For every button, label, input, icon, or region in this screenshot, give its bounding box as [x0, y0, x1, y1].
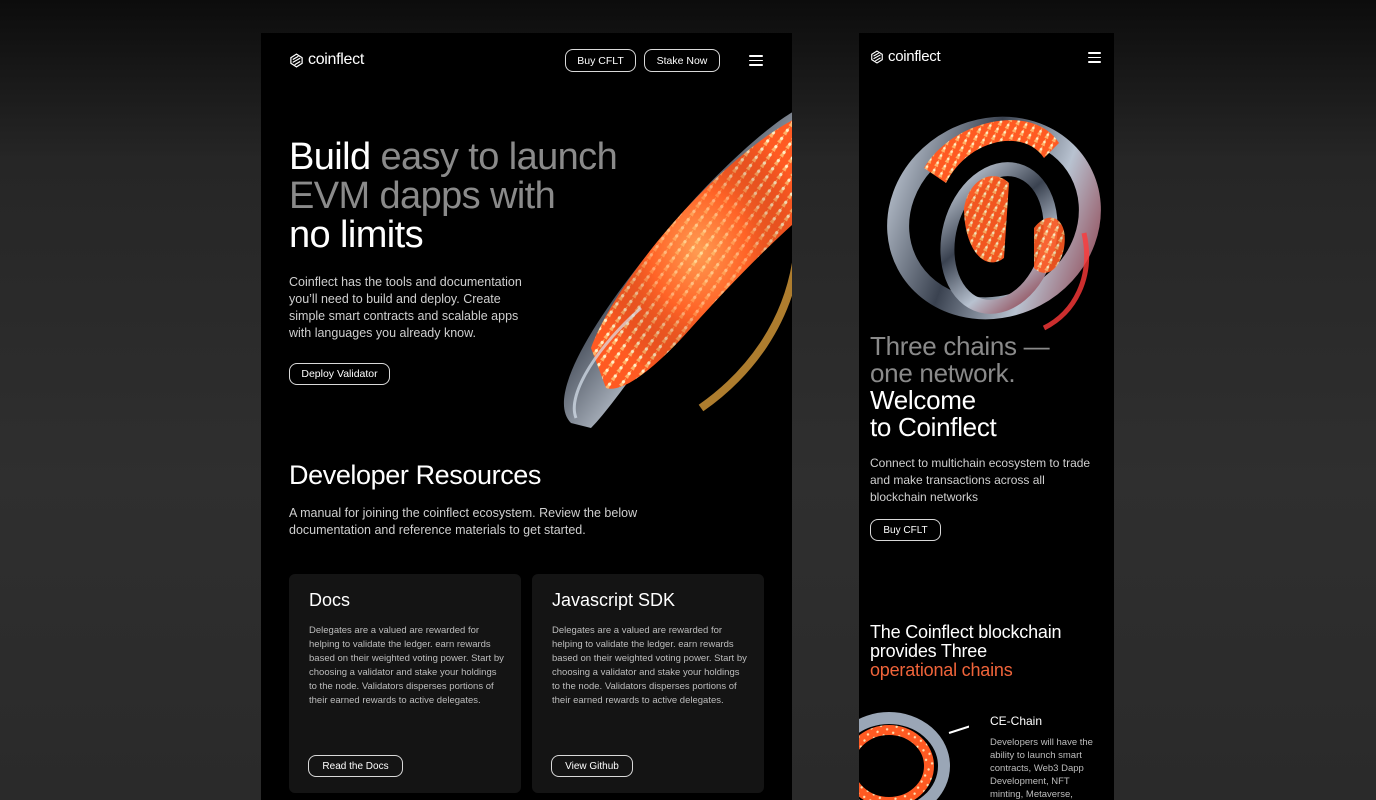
mobile-ring-illustration [887, 116, 1101, 331]
ce-chain-ring-illustration [859, 712, 969, 800]
read-docs-button[interactable]: Read the Docs [308, 755, 403, 777]
hero-title-word: Build [289, 136, 371, 178]
docs-card-text: Delegates are a valued are rewarded for … [309, 625, 504, 706]
chains-title-line: provides Three [870, 641, 987, 661]
ce-chain-text: Developers will have the ability to laun… [990, 737, 1093, 800]
mobile-hero-description: Connect to multichain ecosystem to trade… [870, 456, 1091, 504]
hero-title-line: no limits [289, 214, 424, 256]
sdk-card-title: Javascript SDK [552, 590, 676, 610]
view-github-button[interactable]: View Github [551, 755, 633, 777]
resources-description: A manual for joining the coinflect ecosy… [289, 506, 638, 537]
mobile-menu-icon[interactable] [1088, 52, 1101, 63]
mobile-hero-title: Three chains — one network. Welcome to C… [870, 333, 1110, 441]
mobile-brand-name: coinflect [888, 48, 941, 65]
brand-name: coinflect [308, 51, 364, 68]
sdk-card: Javascript SDK Delegates are a valued ar… [532, 574, 764, 793]
docs-card-title: Docs [309, 590, 351, 610]
chains-title: The Coinflect blockchain provides Three … [870, 623, 1110, 680]
coinflect-logo-icon [290, 52, 303, 68]
docs-card: Docs Delegates are a valued are rewarded… [289, 574, 521, 793]
hero-title-muted-line: EVM dapps with [289, 175, 556, 217]
mobile-hero-muted-line: Three chains — [870, 331, 1050, 361]
buy-cflt-button[interactable]: Buy CFLT [565, 49, 636, 72]
resources-title: Developer Resources [289, 460, 542, 490]
desktop-preview: coinflect Buy CFLT Stake Now Build easy … [261, 33, 792, 800]
mobile-preview: coinflect Three chains — one network. We… [859, 33, 1114, 800]
hero-title: Build easy to launch EVM dapps with no l… [289, 138, 669, 255]
sdk-card-text: Delegates are a valued are rewarded for … [552, 625, 747, 706]
hero-description: Coinflect has the tools and documentatio… [289, 275, 522, 340]
chains-title-line: The Coinflect blockchain [870, 622, 1062, 642]
mobile-buy-cflt-button[interactable]: Buy CFLT [870, 519, 941, 541]
coinflect-logo-icon [871, 49, 883, 64]
hero-title-muted: easy to launch [370, 136, 618, 178]
chains-title-accent: operational chains [870, 660, 1013, 680]
mobile-hero-line: to Coinflect [870, 412, 997, 442]
mobile-hero-line: Welcome [870, 385, 976, 415]
brand-logo[interactable]: coinflect [289, 51, 364, 69]
menu-icon[interactable] [749, 55, 763, 66]
stake-now-button[interactable]: Stake Now [644, 49, 720, 72]
deploy-validator-button[interactable]: Deploy Validator [289, 363, 390, 385]
mobile-brand-logo[interactable]: coinflect [870, 48, 941, 65]
mobile-hero-muted-line: one network. [870, 358, 1016, 388]
ce-chain-title: CE-Chain [990, 714, 1043, 728]
